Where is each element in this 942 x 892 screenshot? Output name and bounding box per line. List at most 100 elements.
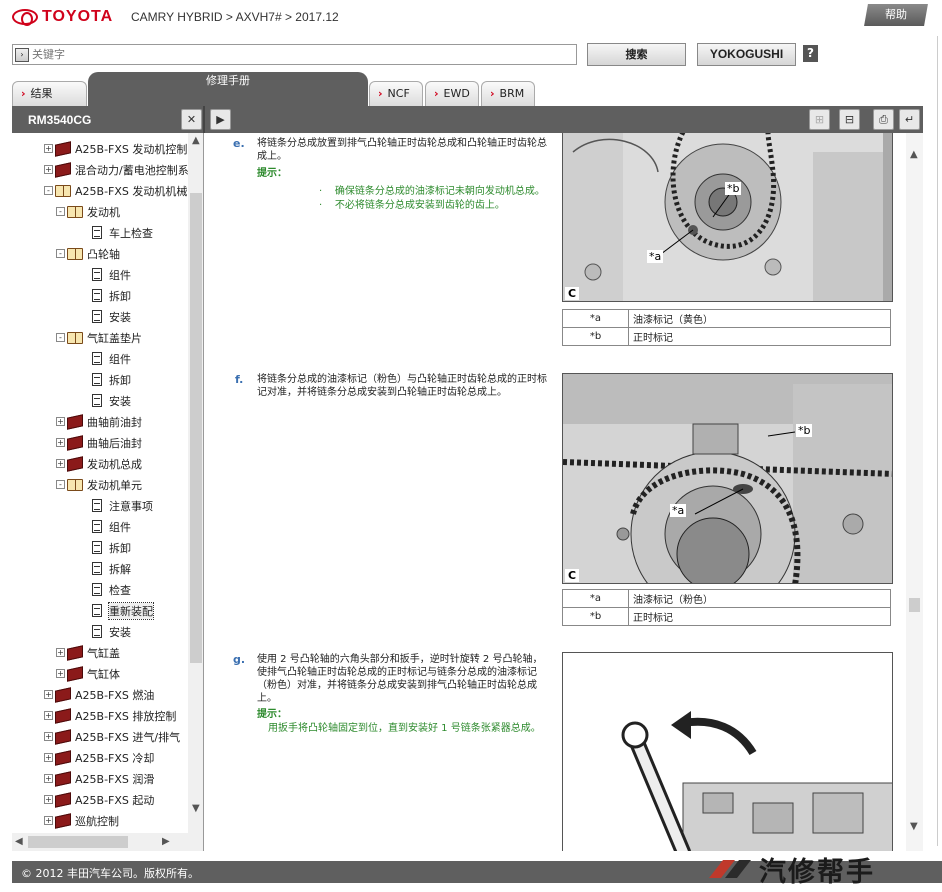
tree-item[interactable]: - 发动机 [56, 201, 120, 222]
tab-brm[interactable]: › BRM [481, 81, 535, 106]
tree-item[interactable]: + 巡航控制 [44, 810, 119, 831]
zoom-in-button[interactable]: ⊞ [809, 109, 830, 130]
tree-item[interactable]: + A25B-FXS 进气/排气 [44, 726, 180, 747]
tree-item[interactable]: 拆卸 [92, 285, 131, 306]
tree-item[interactable]: + 发动机总成 [56, 453, 142, 474]
expand-icon[interactable]: + [56, 438, 65, 447]
expand-icon[interactable]: + [56, 648, 65, 657]
wrench-rotation-illustration [563, 653, 892, 851]
tree-item[interactable]: 检查 [92, 579, 131, 600]
closed-book-icon [55, 791, 71, 808]
hint-text: 用扳手将凸轮轴固定到位，直到安装好 1 号链条张紧器总成。 [268, 723, 541, 734]
app-header: TOYOTA CAMRY HYBRID > AXVH7# > 2017.12 帮… [0, 0, 942, 36]
tree-item[interactable]: - 凸轮轴 [56, 243, 120, 264]
tree-item[interactable]: - 气缸盖垫片 [56, 327, 142, 348]
tree-item-label: 组件 [109, 352, 131, 366]
open-book-icon [55, 184, 71, 197]
tab-results[interactable]: › 结果 [12, 81, 87, 106]
tree-item-label: 拆解 [109, 562, 131, 576]
yokogushi-button[interactable]: YOKOGUSHI [697, 43, 796, 66]
expand-icon[interactable]: + [44, 711, 53, 720]
collapse-icon[interactable]: - [44, 186, 53, 195]
tree-item[interactable]: + A25B-FXS 发动机控制 [44, 138, 187, 159]
tree-item[interactable]: 拆卸 [92, 369, 131, 390]
figure-label: C [565, 569, 580, 582]
search-field[interactable]: › [12, 44, 577, 65]
tree-item[interactable]: 拆卸 [92, 537, 131, 558]
step-text: 使用 2 号凸轮轴的六角头部分和扳手，逆时针旋转 2 号凸轮轴，使排气凸轮轴正时… [257, 654, 543, 704]
collapse-icon[interactable]: - [56, 207, 65, 216]
expand-icon[interactable]: + [56, 459, 65, 468]
tree-vertical-scrollbar[interactable]: ▲ ▼ [188, 133, 203, 833]
tree-item[interactable]: + A25B-FXS 冷却 [44, 747, 154, 768]
scroll-down-icon[interactable]: ▼ [910, 821, 918, 832]
close-tree-button[interactable]: ✕ [181, 109, 202, 130]
expand-icon[interactable]: + [56, 669, 65, 678]
tree-item[interactable]: 拆解 [92, 558, 131, 579]
tree-item[interactable]: 车上检查 [92, 222, 153, 243]
expand-icon[interactable]: + [56, 417, 65, 426]
expand-icon[interactable]: + [44, 165, 53, 174]
expand-icon[interactable]: + [44, 690, 53, 699]
expand-icon[interactable]: + [44, 732, 53, 741]
scroll-up-icon[interactable]: ▲ [192, 135, 200, 146]
scroll-up-icon[interactable]: ▲ [910, 149, 918, 160]
tree-horizontal-scrollbar[interactable]: ◀ ▶ [12, 833, 203, 851]
tree-item-label: 发动机 [87, 205, 120, 219]
print-icon: ⎙ [879, 113, 888, 126]
search-button[interactable]: 搜索 [587, 43, 686, 66]
tab-ewd[interactable]: › EWD [425, 81, 479, 106]
tree-item[interactable]: 组件 [92, 348, 131, 369]
scroll-down-icon[interactable]: ▼ [192, 803, 200, 814]
tab-repair-manual[interactable]: 修理手册 [88, 72, 368, 106]
collapse-icon[interactable]: - [56, 249, 65, 258]
tree-item[interactable]: 重新装配 [92, 600, 154, 621]
tree-item[interactable]: + A25B-FXS 起动 [44, 789, 154, 810]
hint-label: 提示： [257, 168, 287, 179]
tree-item[interactable]: + 气缸体 [56, 663, 120, 684]
tree-item[interactable]: + A25B-FXS 润滑 [44, 768, 154, 789]
search-input[interactable] [29, 48, 576, 61]
tree-item[interactable]: 注意事项 [92, 495, 153, 516]
tree-item[interactable]: 安装 [92, 306, 131, 327]
help-question-icon[interactable]: ? [803, 45, 818, 62]
tree-item[interactable]: + 混合动力/蓄电池控制系 [44, 159, 188, 180]
expand-icon[interactable]: + [44, 753, 53, 762]
expand-icon[interactable]: + [44, 774, 53, 783]
closed-book-icon [55, 770, 71, 787]
content-vertical-scrollbar[interactable]: ▲ ▼ [906, 133, 923, 851]
scroll-left-icon[interactable]: ◀ [15, 836, 23, 847]
expand-icon[interactable]: + [44, 144, 53, 153]
collapse-icon[interactable]: - [56, 333, 65, 342]
help-button[interactable]: 帮助 [864, 4, 928, 26]
hint-text: 确保链条分总成的油漆标记未朝向发动机总成。 [334, 186, 545, 197]
zoom-out-button[interactable]: ⊟ [839, 109, 860, 130]
back-button[interactable]: ↵ [899, 109, 920, 130]
tree-item[interactable]: - A25B-FXS 发动机机械 [44, 180, 187, 201]
search-options-icon[interactable]: › [15, 47, 29, 62]
tree-item[interactable]: + 曲轴前油封 [56, 411, 142, 432]
scroll-right-icon[interactable]: ▶ [162, 836, 170, 847]
expand-icon[interactable]: + [44, 816, 53, 825]
collapse-icon[interactable]: - [56, 480, 65, 489]
document-icon [92, 625, 102, 638]
tab-ncf[interactable]: › NCF [369, 81, 423, 106]
tree-vertical-scroll-thumb[interactable] [190, 193, 202, 663]
tree-item-label: 混合动力/蓄电池控制系 [75, 163, 188, 177]
tree-item[interactable]: 安装 [92, 390, 131, 411]
tree-item[interactable]: - 发动机单元 [56, 474, 142, 495]
tree-item[interactable]: + 气缸盖 [56, 642, 120, 663]
expand-icon[interactable]: + [44, 795, 53, 804]
tree-item[interactable]: 组件 [92, 516, 131, 537]
copyright-text: © 2012 丰田汽车公司。版权所有。 [21, 867, 199, 880]
tree-item[interactable]: + 曲轴后油封 [56, 432, 142, 453]
tree-item[interactable]: 组件 [92, 264, 131, 285]
tree-item[interactable]: + A25B-FXS 燃油 [44, 684, 154, 705]
tree-item[interactable]: 安装 [92, 621, 131, 642]
expand-tree-button[interactable]: ▶ [210, 109, 231, 130]
print-button[interactable]: ⎙ [873, 109, 894, 130]
content-vertical-scroll-thumb[interactable] [909, 598, 920, 612]
tree-horizontal-scroll-thumb[interactable] [28, 836, 128, 848]
tree-item-label: 车上检查 [109, 226, 153, 240]
tree-item[interactable]: + A25B-FXS 排放控制 [44, 705, 176, 726]
